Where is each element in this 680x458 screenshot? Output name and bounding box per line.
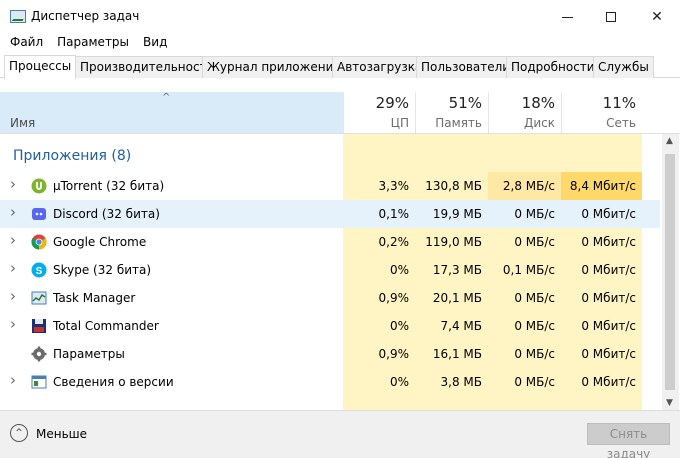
close-button[interactable]: ✕	[634, 0, 680, 33]
process-row[interactable]: › Discord (32 бита) 0,1% 19,9 МБ 0 МБ/с 0 Мби…	[0, 200, 660, 228]
column-header-disk[interactable]: 18% Диск	[488, 92, 561, 134]
expand-chevron-right-icon[interactable]: ›	[10, 371, 16, 389]
skype-icon: S	[31, 262, 47, 278]
column-header-network[interactable]: 11% Сеть	[561, 92, 642, 134]
menu-view[interactable]: Вид	[143, 33, 167, 53]
expand-chevron-right-icon[interactable]: ›	[10, 315, 16, 333]
process-row[interactable]: › Task Manager 0,9% 20,1 МБ 0 МБ/с 0 Мбит/с	[0, 284, 660, 312]
tab-startup[interactable]: Автозагрузка	[332, 56, 428, 78]
process-row[interactable]: › S Skype (32 бита) 0% 17,3 МБ 0,1 МБ/с 0 Мбит…	[0, 256, 660, 284]
network-cell: 0 Мбит/с	[581, 347, 636, 361]
process-name: Сведения о версии	[53, 375, 174, 389]
process-name: Google Chrome	[53, 235, 147, 249]
tab-bar: Процессы Производительность Журнал прило…	[0, 55, 680, 79]
cpu-cell: 0,9%	[378, 291, 410, 305]
table-header: ^ Имя 29% ЦП 51% Память 18% Диск 11% Сет…	[0, 92, 680, 134]
process-name: µTorrent (32 бита)	[53, 179, 165, 193]
disk-cell: 0 МБ/с	[514, 375, 555, 389]
process-row[interactable]: › Google Chrome 0,2% 119,0 МБ 0 МБ/с 0 Мбит/с	[0, 228, 660, 256]
disk-cell: 0,1 МБ/с	[502, 263, 555, 277]
minimize-button[interactable]	[544, 0, 590, 33]
network-cell: 8,4 Мбит/с	[569, 179, 636, 193]
sort-up-icon: ^	[162, 92, 171, 103]
utorrent-icon	[31, 178, 47, 194]
menu-file[interactable]: Файл	[10, 33, 43, 53]
process-name: Task Manager	[53, 291, 136, 305]
scroll-up-arrow-icon[interactable]: ▲	[666, 136, 673, 146]
expand-chevron-right-icon[interactable]: ›	[10, 231, 16, 249]
network-cell: 0 Мбит/с	[581, 207, 636, 221]
disk-cell: 0 МБ/с	[514, 291, 555, 305]
cpu-cell: 0,9%	[378, 347, 410, 361]
cpu-cell: 3,3%	[378, 179, 410, 193]
process-row[interactable]: › Сведения о версии 0% 3,8 МБ 0 МБ/с 0 Мбит/с	[0, 368, 660, 396]
memory-cell: 7,4 МБ	[440, 319, 482, 333]
cpu-cell: 0,2%	[378, 235, 410, 249]
window-title: Диспетчер задач	[31, 9, 140, 23]
cpu-cell: 0%	[389, 319, 409, 333]
expand-chevron-right-icon[interactable]: ›	[10, 287, 16, 305]
fewer-details-link[interactable]: Меньше	[36, 427, 87, 441]
collapse-chevron-up-icon[interactable]: ^	[10, 424, 28, 442]
expand-chevron-right-icon[interactable]: ›	[10, 203, 16, 221]
scroll-down-arrow-icon[interactable]: ▼	[666, 398, 673, 408]
disk-cell: 0 МБ/с	[514, 207, 555, 221]
cpu-cell: 0,1%	[378, 207, 410, 221]
tab-details[interactable]: Подробности	[506, 56, 600, 78]
network-cell: 0 Мбит/с	[581, 235, 636, 249]
cpu-cell: 0%	[389, 263, 409, 277]
memory-cell: 19,9 МБ	[432, 207, 482, 221]
process-name: Discord (32 бита)	[53, 207, 160, 221]
memory-cell: 119,0 МБ	[425, 235, 482, 249]
tab-processes[interactable]: Процессы	[4, 55, 77, 79]
footer-bar: ^ Меньше Снять задачу	[0, 410, 680, 458]
memory-cell: 130,8 МБ	[425, 179, 482, 193]
tab-services[interactable]: Службы	[593, 56, 654, 78]
process-row[interactable]: › Total Commander 0% 7,4 МБ 0 МБ/с 0 Мбит/с	[0, 312, 660, 340]
cpu-cell: 0%	[389, 375, 409, 389]
menu-bar: Файл Параметры Вид	[0, 33, 171, 53]
network-cell: 0 Мбит/с	[581, 263, 636, 277]
end-task-button[interactable]: Снять задачу	[587, 423, 670, 458]
column-header-name[interactable]: ^ Имя	[0, 92, 343, 134]
disk-cell: 0 МБ/с	[514, 235, 555, 249]
scrollbar-thumb[interactable]	[665, 154, 675, 390]
disk-cell: 0 МБ/с	[514, 319, 555, 333]
task-manager-icon	[31, 290, 47, 306]
network-cell: 0 Мбит/с	[581, 291, 636, 305]
memory-cell: 17,3 МБ	[432, 263, 482, 277]
network-cell: 0 Мбит/с	[581, 319, 636, 333]
maximize-button[interactable]	[588, 0, 634, 33]
expand-chevron-right-icon[interactable]: ›	[10, 175, 16, 193]
column-header-cpu[interactable]: 29% ЦП	[343, 92, 415, 134]
process-list: Приложения (8) › µTorrent (32 бита) 3,3% 13…	[0, 134, 680, 410]
svg-text:S: S	[36, 266, 43, 277]
chrome-icon	[31, 234, 47, 250]
memory-cell: 16,1 МБ	[432, 347, 482, 361]
task-manager-app-icon	[10, 10, 26, 23]
column-header-memory[interactable]: 51% Память	[415, 92, 488, 134]
network-cell: 0 Мбит/с	[581, 375, 636, 389]
version-info-icon	[31, 374, 47, 390]
process-name: Параметры	[53, 347, 125, 361]
process-name: Total Commander	[53, 319, 159, 333]
discord-icon	[31, 206, 47, 222]
tab-app-history[interactable]: Журнал приложений	[202, 56, 347, 78]
disk-cell: 0 МБ/с	[514, 347, 555, 361]
process-row[interactable]: › µTorrent (32 бита) 3,3% 130,8 МБ 2,8 МБ/с 8…	[0, 172, 660, 200]
process-row[interactable]: Параметры 0,9% 16,1 МБ 0 МБ/с 0 Мбит/с	[0, 340, 660, 368]
menu-options[interactable]: Параметры	[57, 33, 129, 53]
title-bar: Диспетчер задач ✕	[0, 0, 680, 33]
vertical-scrollbar[interactable]: ▲ ▼	[662, 134, 679, 410]
expand-chevron-right-icon[interactable]: ›	[10, 259, 16, 277]
tab-performance[interactable]: Производительность	[75, 56, 219, 78]
total-commander-icon	[31, 318, 47, 334]
memory-cell: 20,1 МБ	[432, 291, 482, 305]
process-name: Skype (32 бита)	[53, 263, 152, 277]
tab-users[interactable]: Пользователи	[416, 56, 516, 78]
disk-cell: 2,8 МБ/с	[502, 179, 555, 193]
memory-cell: 3,8 МБ	[440, 375, 482, 389]
group-apps-label: Приложения (8)	[13, 148, 132, 164]
settings-gear-icon	[31, 346, 47, 362]
